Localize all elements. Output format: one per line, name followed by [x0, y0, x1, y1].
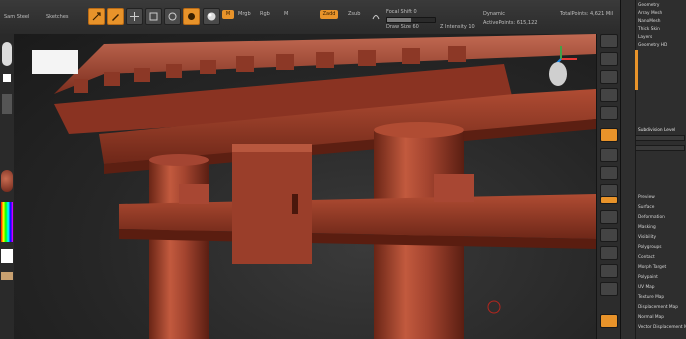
mrgb-toggle[interactable]: M: [222, 10, 234, 19]
alpha-icon[interactable]: [2, 94, 12, 114]
tray-menu-item[interactable]: Polypaint: [638, 275, 658, 280]
tray-menu-item[interactable]: Displacement Map: [638, 305, 678, 310]
right-shelf: [596, 34, 621, 339]
tray-scroll-indicator[interactable]: [635, 50, 638, 90]
tray-menu-item[interactable]: Surface: [638, 205, 654, 210]
tray-item[interactable]: Array Mesh: [638, 11, 662, 16]
brush-cursor-icon: [487, 300, 501, 314]
material-button[interactable]: [203, 8, 220, 25]
main-color-swatch[interactable]: [1, 249, 13, 263]
subdivision-header[interactable]: Subdivision Level: [638, 128, 675, 133]
center-strut: [232, 144, 312, 264]
z-intensity-label: Z Intensity 10: [440, 24, 475, 30]
right-wedge: [434, 174, 474, 202]
canvas-viewport[interactable]: [14, 34, 596, 339]
subdivision-slider[interactable]: [635, 135, 685, 141]
spix-button[interactable]: [600, 52, 618, 66]
material-icon[interactable]: [1, 170, 13, 192]
active-points-label: ActivePoints: 615,122: [483, 20, 538, 26]
zsub-toggle[interactable]: Zsub: [348, 11, 360, 17]
tray-menu-item[interactable]: Masking: [638, 225, 656, 230]
stroke-icon[interactable]: [3, 74, 11, 82]
strut-peg: [292, 194, 298, 214]
scale-view-button[interactable]: [600, 228, 618, 242]
tray-menu-item[interactable]: Texture Map: [638, 295, 664, 300]
transp-button[interactable]: [600, 282, 618, 296]
left-wedge: [179, 184, 209, 204]
tray-menu-item[interactable]: Preview: [638, 195, 655, 200]
curve-icon[interactable]: [372, 12, 380, 20]
rgb-label[interactable]: Rgb: [260, 11, 270, 17]
top-toolbar: Sam Steel Sketches M Mrgb Rgb M Zadd Zsu…: [0, 0, 686, 35]
scale-button[interactable]: [145, 8, 162, 25]
rotate-button[interactable]: [164, 8, 181, 25]
tray-menu-item[interactable]: UV Map: [638, 285, 655, 290]
secondary-color-swatch[interactable]: [1, 272, 13, 280]
total-points-label: TotalPoints: 4,621 Mil: [560, 11, 613, 17]
scroll-button[interactable]: [600, 70, 618, 84]
tray-item[interactable]: Geometry HD: [638, 43, 667, 48]
tray-menu-item[interactable]: Polygroups: [638, 245, 662, 250]
torii-gate-model: [54, 34, 596, 339]
draw-icon: [112, 14, 119, 21]
zoom-button[interactable]: [600, 88, 618, 102]
m-label[interactable]: M: [284, 11, 288, 17]
left-pillar-cap: [149, 154, 209, 166]
zadd-toggle[interactable]: Zadd: [320, 10, 338, 19]
dynamic-label[interactable]: Dynamic: [483, 11, 505, 17]
subtool-tray: Geometry Array Mesh NanoMesh Thick Skin Laye…: [620, 0, 686, 339]
color-picker[interactable]: [1, 202, 13, 242]
floor-button[interactable]: [600, 148, 618, 162]
persp-button[interactable]: [600, 128, 618, 142]
tray-item[interactable]: Thick Skin: [638, 27, 660, 32]
tray-menu-item[interactable]: Normal Map: [638, 315, 664, 320]
tray-menu-item[interactable]: Deformation: [638, 215, 665, 220]
material-sphere-icon: [207, 12, 216, 21]
right-pillar-cap: [374, 122, 464, 138]
focal-shift-slider[interactable]: [386, 17, 436, 23]
scale-icon: [149, 12, 158, 21]
sketch-label[interactable]: Sketches: [46, 14, 69, 20]
frame-button[interactable]: [600, 196, 618, 204]
rotate-view-button[interactable]: [600, 246, 618, 260]
project-label[interactable]: Sam Steel: [4, 14, 29, 20]
draw-size-label: Draw Size 60: [386, 24, 419, 30]
brush-button[interactable]: [183, 8, 200, 25]
polyf-button[interactable]: [600, 264, 618, 278]
move-view-button[interactable]: [600, 210, 618, 224]
move-button[interactable]: [126, 8, 143, 25]
tray-item[interactable]: NanoMesh: [638, 19, 661, 24]
local-button[interactable]: [600, 166, 618, 180]
rotate-icon: [168, 12, 177, 21]
mrgb-label[interactable]: Mrgb: [238, 11, 251, 17]
actual-button[interactable]: [600, 106, 618, 120]
solo-button[interactable]: [600, 314, 618, 328]
brush-icon: [188, 13, 195, 20]
tray-item[interactable]: Geometry: [638, 3, 659, 8]
brush-preview-icon[interactable]: [2, 42, 12, 66]
tray-menu-item[interactable]: Visibility: [638, 235, 656, 240]
bpr-button[interactable]: [600, 34, 618, 48]
tray-menu-item[interactable]: Vector Displacement Map: [638, 325, 686, 330]
move-icon: [130, 12, 139, 21]
tray-menu-item[interactable]: Contact: [638, 255, 655, 260]
edit-mode-button[interactable]: [88, 8, 105, 25]
left-tool-strip: [0, 34, 15, 339]
view-overlay-icon: [32, 50, 78, 74]
tray-item[interactable]: Layers: [638, 35, 652, 40]
edit-icon: [92, 12, 101, 21]
draw-button[interactable]: [107, 8, 124, 25]
subdivision-controls[interactable]: [635, 145, 685, 151]
focal-shift-label: Focal Shift 0: [386, 9, 417, 15]
tray-menu-item[interactable]: Morph Target: [638, 265, 666, 270]
